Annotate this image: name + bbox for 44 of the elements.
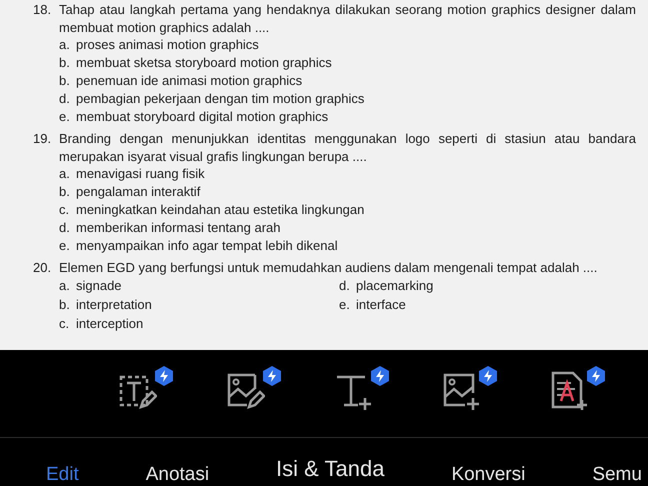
option-text: memberikan informasi tentang arah — [76, 219, 280, 237]
edit-image-icon — [225, 371, 265, 411]
option-text: interception — [76, 314, 144, 332]
option-letter: b. — [59, 72, 71, 90]
option-text: menavigasi ruang fisik — [76, 165, 205, 183]
option-text: interpretation — [76, 296, 152, 314]
option-letter: e. — [59, 108, 71, 126]
question-text: Elemen EGD yang berfungsi untuk memudahkan audiens dalam mengenali tempat adalah .... — [59, 259, 598, 276]
option-letter: c. — [59, 201, 70, 219]
add-signature-icon — [549, 371, 589, 411]
option-text: pembagian pekerjaan dengan tim motion graphics — [76, 90, 364, 108]
question-text: Tahap atau langkah pertama yang hendaknya dilakukan seorang motion graphics designer dalam membuat motion graphics adalah .... — [59, 1, 636, 36]
option-letter: d. — [59, 219, 71, 237]
option-text: signade — [76, 276, 122, 294]
option-text: membuat storyboard digital motion graphics — [76, 108, 328, 126]
option-letter: b. — [59, 54, 71, 72]
tab[interactable]: Isi & Tanda — [274, 452, 386, 486]
option-letter: b. — [59, 183, 71, 201]
option-text: membuat sketsa storyboard motion graphics — [76, 54, 332, 72]
tab[interactable]: Edit — [44, 464, 81, 486]
option-letter: e. — [339, 296, 351, 314]
option-text: interface — [356, 296, 406, 314]
option-letter: d. — [339, 276, 351, 294]
option-letter: e. — [59, 237, 71, 255]
option-letter: a. — [59, 36, 71, 54]
tab[interactable]: Anotasi — [144, 464, 212, 486]
option-letter: a. — [59, 165, 71, 183]
option-text: proses animasi motion graphics — [76, 36, 259, 54]
tab[interactable]: Semu — [590, 464, 644, 486]
question-text: Branding dengan menunjukkan identitas menggunakan logo seperti di stasiun atau bandara merupakan isyarat visual grafis lingkungan berupa .... — [59, 130, 636, 165]
option-text: pengalaman interaktif — [76, 183, 200, 201]
tab[interactable]: Konversi — [449, 464, 528, 486]
option-text: menyampaikan info agar tempat lebih dikenal — [76, 237, 338, 255]
option-text: meningkatkan keindahan atau estetika lingkungan — [76, 201, 364, 219]
option-text: penemuan ide animasi motion graphics — [76, 72, 302, 90]
question-number: 19. — [33, 130, 52, 148]
option-letter: a. — [59, 276, 71, 294]
option-letter: d. — [59, 90, 71, 108]
question-number: 20. — [33, 259, 52, 276]
add-image-icon — [441, 371, 481, 411]
question-number: 18. — [33, 1, 52, 19]
option-letter: c. — [59, 314, 70, 332]
option-text: placemarking — [356, 276, 434, 294]
option-letter: b. — [59, 296, 71, 314]
